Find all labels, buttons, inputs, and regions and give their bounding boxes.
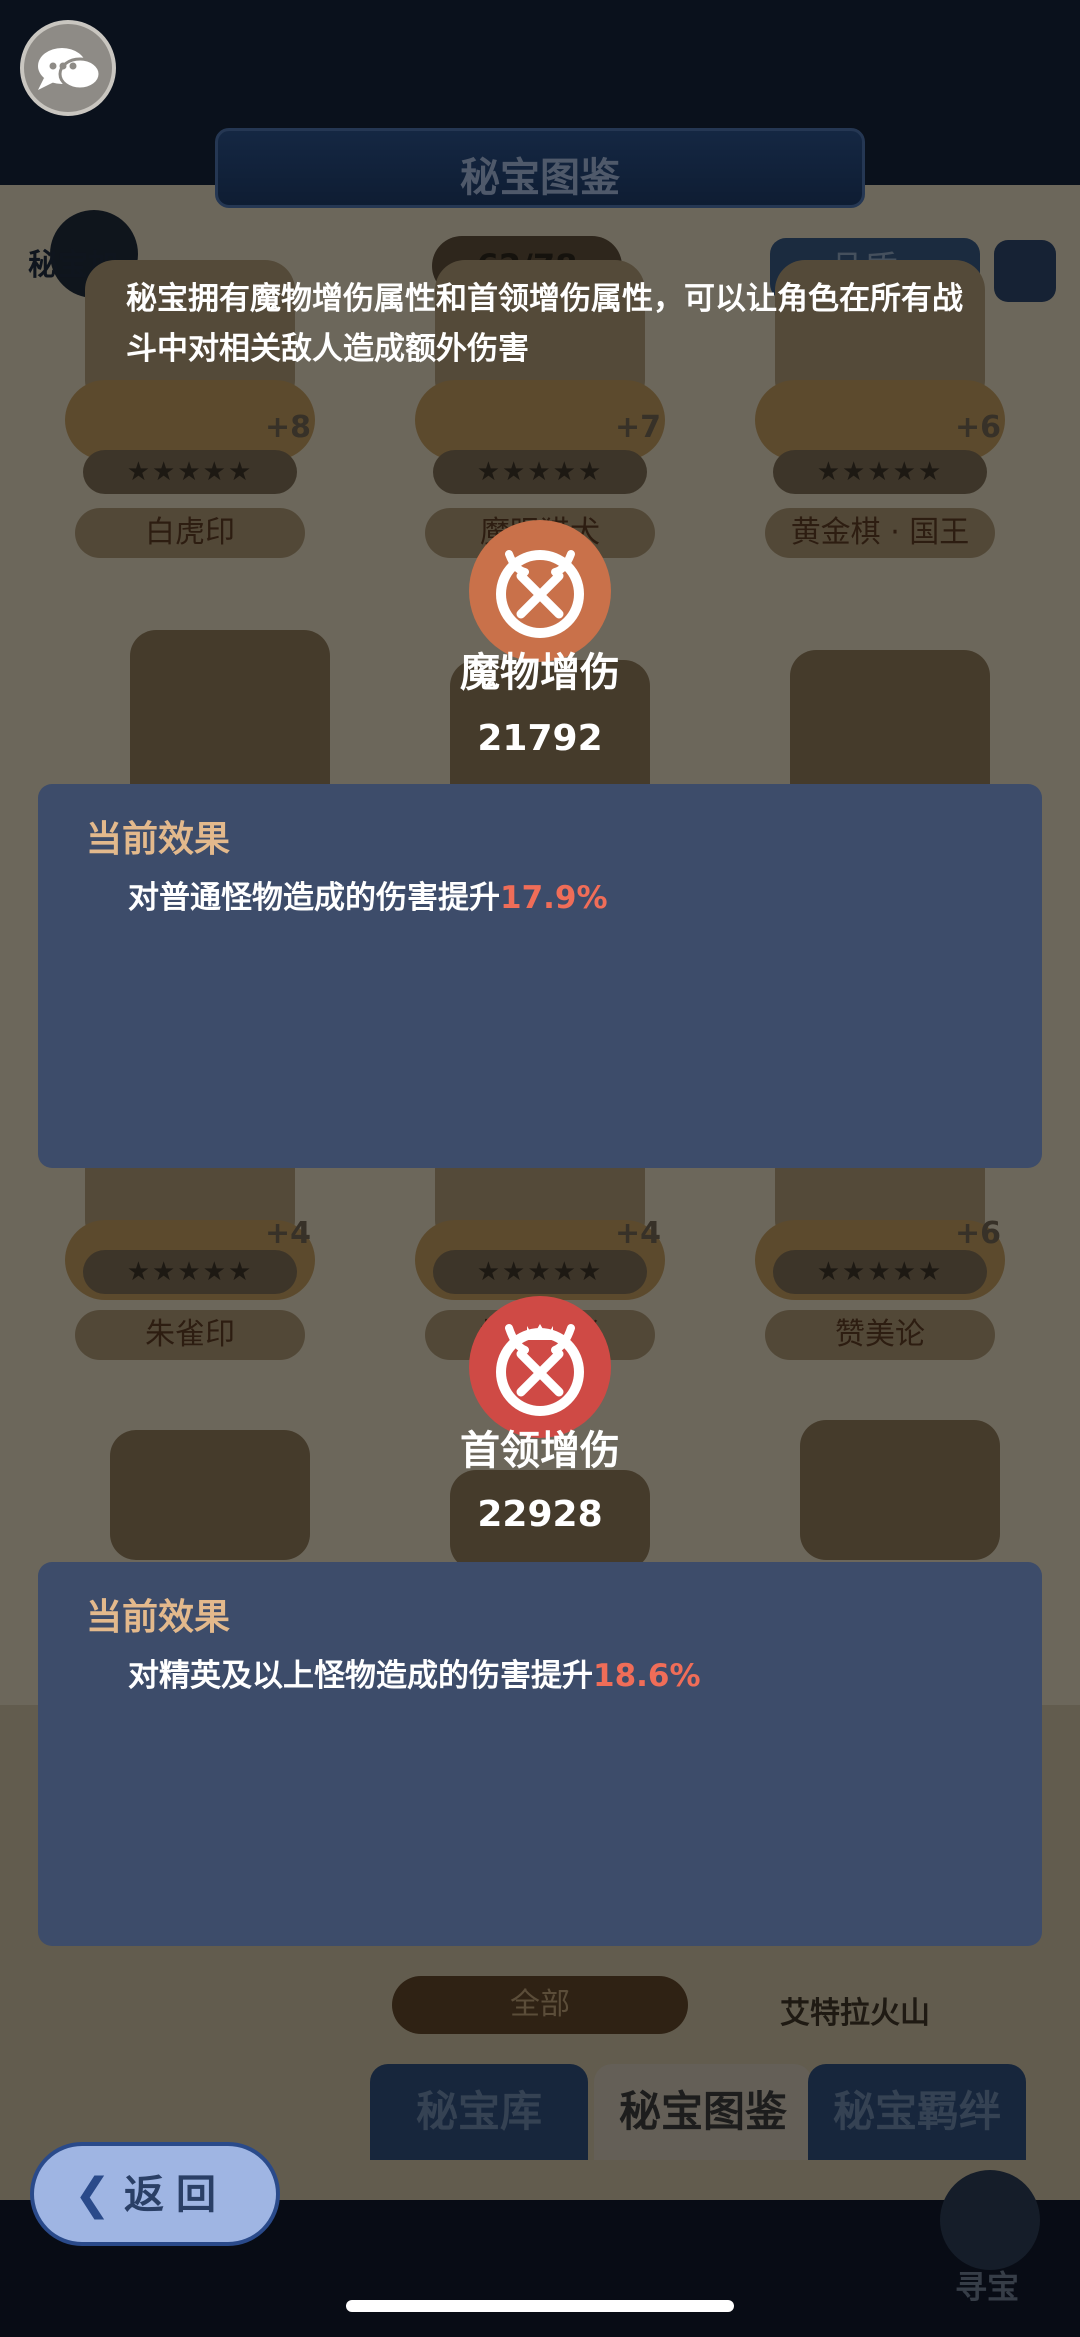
boss-damage-name: 首领增伤 bbox=[460, 1428, 620, 1474]
bonus-description: 秘宝拥有魔物增伤属性和首领增伤属性，可以让角色在所有战斗中对相关敌人造成额外伤害 bbox=[126, 281, 963, 367]
back-arrow-icon: ❮ bbox=[74, 2169, 111, 2220]
chat-bubbles-icon bbox=[38, 48, 102, 91]
effect-description: 对普通怪物造成的伤害提升17.9% bbox=[128, 872, 608, 917]
home-indicator[interactable] bbox=[346, 2300, 734, 2312]
boss-effect-panel: 当前效果 对精英及以上怪物造成的伤害提升18.6% bbox=[38, 1562, 1042, 1946]
effect-title: 当前效果 bbox=[86, 819, 231, 860]
boss-damage-icon bbox=[469, 1296, 611, 1438]
effect-description: 对精英及以上怪物造成的伤害提升18.6% bbox=[128, 1650, 701, 1695]
effect-text: 对精英及以上怪物造成的伤害提升 bbox=[128, 1658, 593, 1694]
boss-damage-value: 22928 bbox=[477, 1494, 603, 1535]
chat-button[interactable] bbox=[20, 20, 116, 116]
effect-value: 17.9% bbox=[500, 880, 608, 916]
monster-damage-value: 21792 bbox=[477, 718, 603, 759]
monster-damage-name: 魔物增伤 bbox=[460, 650, 620, 696]
effect-title: 当前效果 bbox=[86, 1597, 231, 1638]
back-label: 返回 bbox=[124, 2172, 228, 2218]
back-button[interactable]: ❮ 返回 bbox=[30, 2142, 280, 2246]
effect-text: 对普通怪物造成的伤害提升 bbox=[128, 880, 500, 916]
monster-effect-panel: 当前效果 对普通怪物造成的伤害提升17.9% bbox=[38, 784, 1042, 1168]
effect-value: 18.6% bbox=[593, 1658, 701, 1694]
